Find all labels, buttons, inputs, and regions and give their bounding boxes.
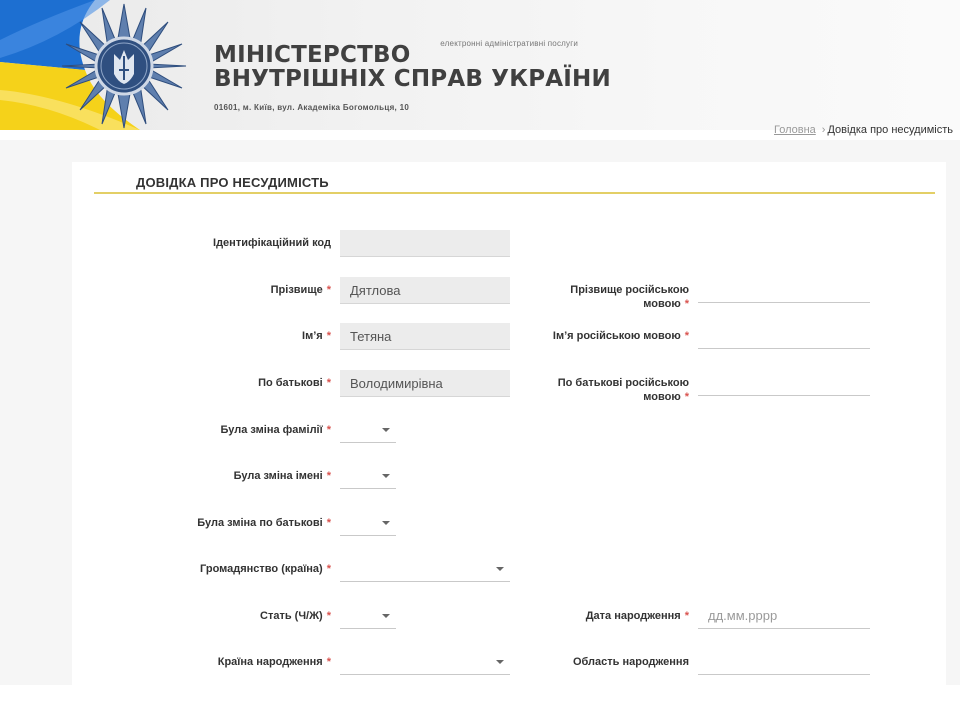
required-mark: * bbox=[326, 517, 331, 529]
required-mark: * bbox=[326, 284, 331, 296]
patronymic-ru-label: По батькові російською мовою * bbox=[557, 377, 689, 403]
breadcrumb-current: Довідка про несудимість bbox=[827, 124, 953, 136]
chevron-down-icon bbox=[382, 428, 390, 432]
chevron-down-icon bbox=[496, 660, 504, 664]
title-divider bbox=[94, 192, 935, 194]
required-mark: * bbox=[326, 470, 331, 482]
id-code-input[interactable] bbox=[340, 230, 510, 257]
required-mark: * bbox=[684, 298, 689, 310]
name-changed-select[interactable] bbox=[340, 463, 396, 489]
required-mark: * bbox=[326, 377, 331, 389]
citizenship-label: Громадянство (країна) * bbox=[200, 563, 331, 575]
breadcrumb-separator: › bbox=[821, 124, 826, 136]
name-ru-label: Ім’я російською мовою * bbox=[552, 330, 689, 342]
police-star-emblem-icon bbox=[61, 3, 187, 129]
surname-changed-select[interactable] bbox=[340, 417, 396, 443]
patronymic-input[interactable]: Володимирівна bbox=[340, 370, 510, 397]
chevron-down-icon bbox=[382, 474, 390, 478]
required-mark: * bbox=[326, 424, 331, 436]
breadcrumb-home-link[interactable]: Головна bbox=[774, 124, 816, 136]
surname-changed-label: Була зміна фамілії * bbox=[220, 424, 331, 436]
patronymic-changed-select[interactable] bbox=[340, 510, 396, 536]
patronymic-ru-input[interactable] bbox=[698, 370, 870, 396]
ministry-title-line1: МІНІСТЕРСТВО bbox=[214, 42, 411, 68]
chevron-down-icon bbox=[382, 521, 390, 525]
required-mark: * bbox=[326, 563, 331, 575]
name-label: Ім’я * bbox=[302, 330, 331, 342]
page-title: ДОВІДКА ПРО НЕСУДИМІСТЬ bbox=[136, 175, 329, 190]
birth-country-select[interactable] bbox=[340, 649, 510, 675]
sex-label: Стать (Ч/Ж) * bbox=[260, 610, 331, 622]
bottom-margin bbox=[0, 685, 960, 712]
ministry-title-line2: ВНУТРІШНІХ СПРАВ УКРАЇНИ bbox=[214, 66, 611, 92]
birth-region-label: Область народження bbox=[572, 656, 689, 668]
birth-date-label: Дата народження * bbox=[585, 610, 689, 622]
required-mark: * bbox=[684, 330, 689, 342]
birth-country-label: Країна народження * bbox=[217, 656, 331, 668]
ministry-address: 01601, м. Київ, вул. Академіка Богомольц… bbox=[214, 103, 410, 112]
breadcrumb: Головна › Довідка про несудимість bbox=[774, 124, 953, 136]
chevron-down-icon bbox=[382, 614, 390, 618]
chevron-down-icon bbox=[496, 567, 504, 571]
site-header: МІНІСТЕРСТВО ВНУТРІШНІХ СПРАВ УКРАЇНИ 01… bbox=[0, 0, 960, 130]
citizenship-select[interactable] bbox=[340, 556, 510, 582]
required-mark: * bbox=[326, 656, 331, 668]
name-ru-input[interactable] bbox=[698, 323, 870, 349]
required-mark: * bbox=[684, 610, 689, 622]
surname-label: Прізвище * bbox=[270, 284, 331, 296]
patronymic-label: По батькові * bbox=[258, 377, 331, 389]
required-mark: * bbox=[326, 610, 331, 622]
patronymic-changed-label: Була зміна по батькові * bbox=[197, 517, 331, 529]
service-tagline: електронні адміністративні послуги bbox=[440, 39, 578, 48]
surname-ru-label: Прізвище російською мовою * bbox=[570, 284, 689, 310]
name-input[interactable]: Тетяна bbox=[340, 323, 510, 350]
surname-ru-input[interactable] bbox=[698, 277, 870, 303]
sex-select[interactable] bbox=[340, 603, 396, 629]
birth-date-input[interactable]: дд.мм.рррр bbox=[698, 603, 870, 629]
id-code-label: Ідентифікаційний код bbox=[213, 237, 331, 249]
required-mark: * bbox=[684, 391, 689, 403]
birth-region-input[interactable] bbox=[698, 649, 870, 675]
surname-input[interactable]: Дятлова bbox=[340, 277, 510, 304]
name-changed-label: Була зміна імені * bbox=[233, 470, 331, 482]
required-mark: * bbox=[326, 330, 331, 342]
